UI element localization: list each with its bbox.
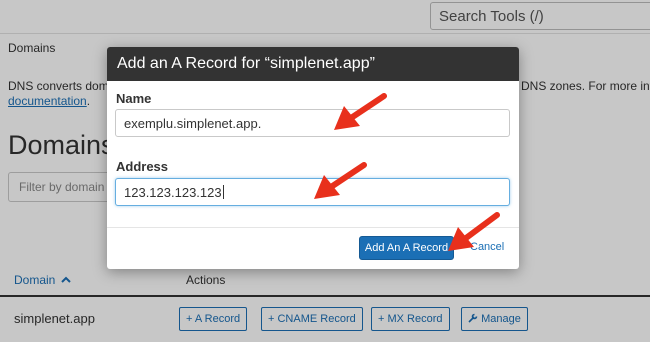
add-an-a-record-button[interactable]: Add An A Record: [359, 236, 454, 260]
name-label: Name: [116, 91, 152, 106]
red-arrow-annotation: [314, 162, 367, 199]
name-input[interactable]: exemplu.simplenet.app.: [115, 109, 510, 137]
address-label: Address: [116, 159, 169, 174]
text-caret: [222, 185, 224, 199]
address-value: 123.123.123.123: [124, 185, 222, 200]
red-arrow-annotation: [448, 212, 500, 251]
dialog-title: Add an A Record for “simplenet.app”: [107, 47, 519, 81]
red-arrow-annotation: [334, 93, 387, 130]
